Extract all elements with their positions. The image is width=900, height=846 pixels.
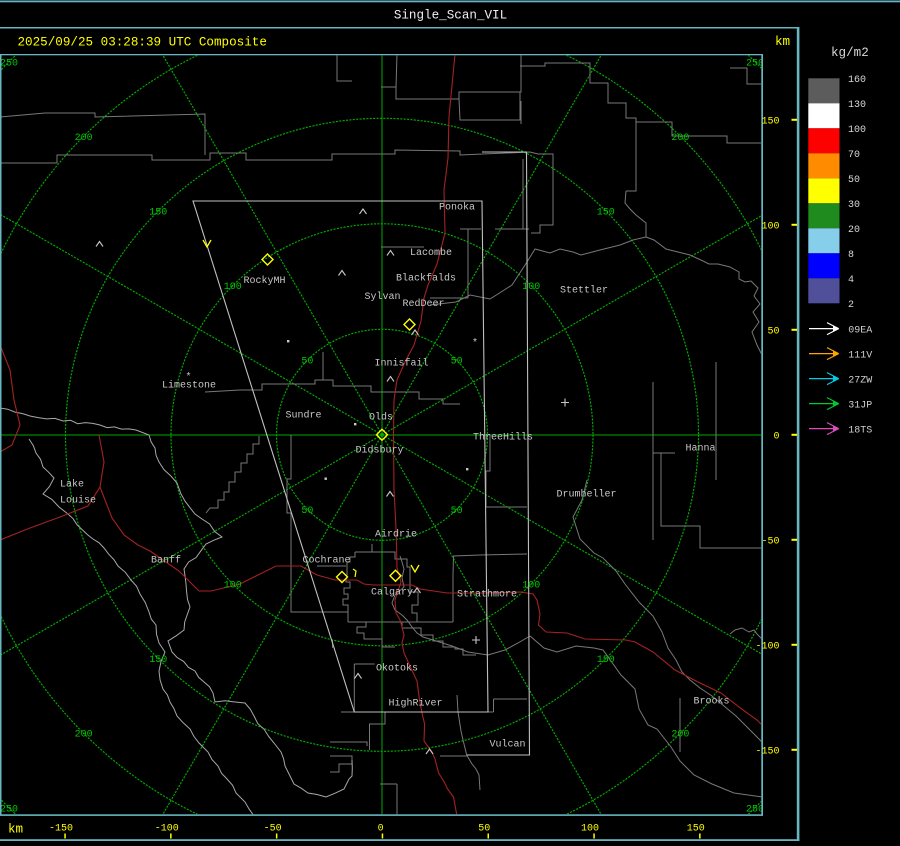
svg-text:Ponoka: Ponoka xyxy=(439,202,475,214)
svg-text:-150: -150 xyxy=(49,824,73,835)
svg-text:Innisfail: Innisfail xyxy=(375,357,429,369)
svg-text:50: 50 xyxy=(767,326,779,337)
svg-text:Banff: Banff xyxy=(151,554,181,566)
svg-text:150: 150 xyxy=(597,208,615,219)
svg-text:Limestone: Limestone xyxy=(162,379,216,391)
svg-text:200: 200 xyxy=(75,133,93,144)
svg-text:Drumheller: Drumheller xyxy=(557,489,617,501)
svg-text:Vulcan: Vulcan xyxy=(490,739,526,751)
svg-text:2025/09/25 03:28:39 UTC Compos: 2025/09/25 03:28:39 UTC Composite xyxy=(18,36,267,50)
svg-text:Hanna: Hanna xyxy=(686,443,716,454)
svg-text:150: 150 xyxy=(149,655,167,666)
svg-text:*: * xyxy=(472,338,478,350)
svg-text:150: 150 xyxy=(597,655,615,666)
svg-text:-50: -50 xyxy=(761,536,779,547)
svg-text:4: 4 xyxy=(848,275,854,286)
svg-text:50: 50 xyxy=(478,824,490,835)
svg-text:-50: -50 xyxy=(264,824,282,835)
svg-text:HighRiver: HighRiver xyxy=(389,697,443,709)
svg-text:RedDeer: RedDeer xyxy=(403,298,445,310)
svg-text:09EA: 09EA xyxy=(848,325,872,336)
svg-text:km: km xyxy=(775,35,790,49)
svg-text:8: 8 xyxy=(848,250,854,261)
svg-text:0: 0 xyxy=(773,431,779,442)
svg-text:100: 100 xyxy=(224,581,242,592)
svg-text:100: 100 xyxy=(522,581,540,592)
svg-text:Olds: Olds xyxy=(369,412,393,424)
svg-text:111V: 111V xyxy=(848,350,872,361)
svg-text:Okotoks: Okotoks xyxy=(376,662,418,674)
svg-text:130: 130 xyxy=(848,100,866,111)
svg-text:200: 200 xyxy=(671,133,689,144)
svg-text:-150: -150 xyxy=(755,746,779,757)
svg-text:-100: -100 xyxy=(755,641,779,652)
svg-text:70: 70 xyxy=(848,150,860,161)
svg-text:2: 2 xyxy=(848,300,854,311)
svg-text:50: 50 xyxy=(451,506,463,517)
svg-text:Cochrane: Cochrane xyxy=(303,554,351,566)
svg-text:Louise: Louise xyxy=(60,495,96,507)
svg-text:160: 160 xyxy=(848,75,866,86)
svg-text:Brooks: Brooks xyxy=(694,695,730,707)
svg-text:0: 0 xyxy=(378,824,384,835)
svg-text:Sylvan: Sylvan xyxy=(365,291,401,303)
svg-text:km: km xyxy=(8,823,23,837)
svg-text:200: 200 xyxy=(75,730,93,741)
svg-text:50: 50 xyxy=(301,357,313,368)
svg-text:18TS: 18TS xyxy=(848,425,872,436)
svg-text:150: 150 xyxy=(761,116,779,127)
svg-text:30: 30 xyxy=(848,200,860,211)
svg-text:31JP: 31JP xyxy=(848,400,872,411)
svg-text:Blackfalds: Blackfalds xyxy=(396,273,456,285)
svg-text:100: 100 xyxy=(522,282,540,293)
svg-text:250: 250 xyxy=(0,804,18,815)
svg-text:27ZW: 27ZW xyxy=(848,375,872,386)
svg-text:100: 100 xyxy=(581,824,599,835)
svg-text:-100: -100 xyxy=(155,824,179,835)
svg-text:200: 200 xyxy=(671,730,689,741)
svg-text:Airdrie: Airdrie xyxy=(375,529,417,541)
svg-text:Single_Scan_VIL: Single_Scan_VIL xyxy=(394,9,507,23)
svg-text:250: 250 xyxy=(0,58,18,69)
svg-text:150: 150 xyxy=(149,208,167,219)
svg-text:50: 50 xyxy=(301,506,313,517)
svg-text:100: 100 xyxy=(848,125,866,136)
svg-text:100: 100 xyxy=(224,282,242,293)
svg-text:100: 100 xyxy=(761,221,779,232)
svg-text:Lacombe: Lacombe xyxy=(410,247,452,259)
svg-text:Strathmore: Strathmore xyxy=(457,588,517,600)
svg-text:Calgary: Calgary xyxy=(371,586,413,598)
svg-text:50: 50 xyxy=(451,357,463,368)
svg-text:Sundre: Sundre xyxy=(286,410,322,422)
svg-text:ThreeHills: ThreeHills xyxy=(473,431,533,443)
svg-text:Didsbury: Didsbury xyxy=(356,445,404,457)
svg-text:20: 20 xyxy=(848,225,860,236)
svg-text:Stettler: Stettler xyxy=(560,285,608,297)
svg-text:kg/m2: kg/m2 xyxy=(831,46,869,60)
svg-text:50: 50 xyxy=(848,175,860,186)
svg-text:150: 150 xyxy=(687,824,705,835)
svg-text:RockyMH: RockyMH xyxy=(244,275,286,287)
svg-text:Lake: Lake xyxy=(60,479,84,491)
